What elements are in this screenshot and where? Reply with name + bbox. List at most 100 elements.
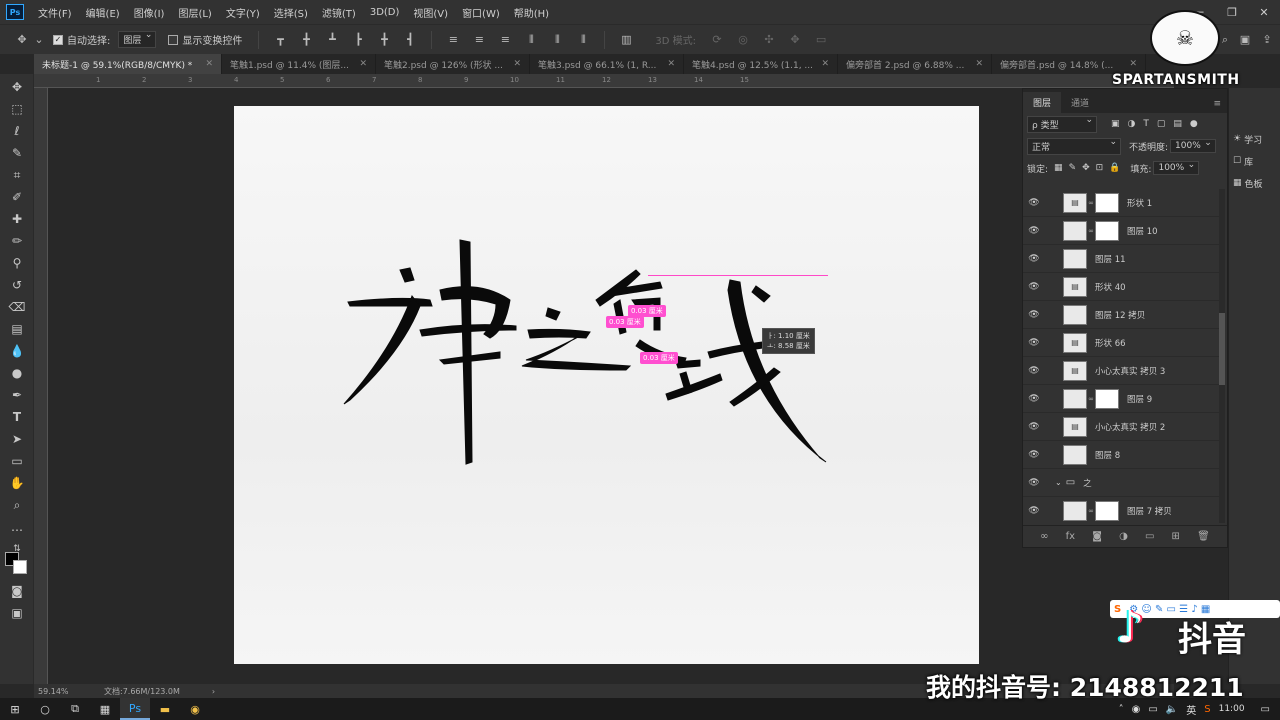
layer-row[interactable]: 👁 ▤ ∞ 形状 1	[1023, 189, 1219, 217]
history-brush-tool-icon[interactable]: ↺	[0, 274, 34, 296]
layer-row[interactable]: 👁 ▤ 形状 66	[1023, 329, 1219, 357]
document-canvas[interactable]	[234, 106, 979, 664]
type-tool-icon[interactable]: T	[0, 406, 34, 428]
visibility-eye-icon[interactable]: 👁	[1023, 394, 1045, 404]
3d-pan-icon[interactable]: ✣	[761, 33, 777, 47]
menu-type[interactable]: 文字(Y)	[226, 5, 260, 20]
distribute-right-icon[interactable]: ⦀	[575, 33, 591, 47]
layer-row[interactable]: 👁 ∞ 图层 7 拷贝	[1023, 497, 1219, 523]
layer-row[interactable]: 👁 ▤ 形状 40	[1023, 273, 1219, 301]
visibility-eye-icon[interactable]: 👁	[1023, 282, 1045, 292]
layer-row[interactable]: 👁 ▤ 小心太真实 拷贝 2	[1023, 413, 1219, 441]
pen-tool-icon[interactable]: ✒	[0, 384, 34, 406]
notification-icon[interactable]: ▭	[1261, 704, 1270, 715]
close-icon[interactable]: ✕	[969, 59, 983, 69]
tab-stroke-1[interactable]: 笔触1.psd @ 11.4% (图层... ✕	[222, 54, 376, 74]
close-icon[interactable]: ✕	[815, 59, 829, 69]
tab-layers[interactable]: 图层	[1023, 92, 1062, 113]
tab-radicals[interactable]: 偏旁部首.psd @ 14.8% (... ✕	[992, 54, 1146, 74]
menu-view[interactable]: 视图(V)	[413, 5, 448, 20]
menu-filter[interactable]: 滤镜(T)	[322, 5, 356, 20]
adjustment-layer-icon[interactable]: ◑	[1119, 531, 1128, 542]
auto-select-dropdown[interactable]: 图层	[118, 30, 157, 48]
new-group-icon[interactable]: ▭	[1145, 531, 1154, 542]
visibility-eye-icon[interactable]: 👁	[1023, 478, 1045, 488]
fill-field[interactable]: 100%	[1153, 160, 1200, 175]
tab-channels[interactable]: 通道	[1061, 92, 1099, 113]
lock-transparent-icon[interactable]: ▦	[1054, 163, 1063, 173]
tray-app-icon[interactable]: ◉	[1132, 704, 1141, 715]
auto-align-icon[interactable]: ▥	[618, 33, 634, 47]
align-bottom-icon[interactable]: ┻	[324, 33, 340, 47]
close-icon[interactable]: ✕	[1248, 0, 1280, 24]
move-tool-icon[interactable]: ✥	[14, 33, 30, 47]
panel-menu-icon[interactable]: ≡	[1207, 95, 1227, 113]
distribute-top-icon[interactable]: ≡	[445, 33, 461, 47]
filter-kind-dropdown[interactable]: ρ 类型	[1027, 115, 1097, 133]
menu-image[interactable]: 图像(I)	[134, 5, 165, 20]
dodge-tool-icon[interactable]: ●	[0, 362, 34, 384]
network-icon[interactable]: ▭	[1148, 704, 1157, 715]
menu-layer[interactable]: 图层(L)	[178, 5, 211, 20]
menu-file[interactable]: 文件(F)	[38, 5, 72, 20]
quick-select-tool-icon[interactable]: ✎	[0, 142, 34, 164]
close-icon[interactable]: ✕	[507, 59, 521, 69]
auto-select-checkbox[interactable]: ✓	[53, 34, 63, 45]
rectangle-tool-icon[interactable]: ▭	[0, 450, 34, 472]
chevron-right-icon[interactable]: ›	[212, 687, 215, 696]
windows-start-icon[interactable]: ⊞	[0, 698, 30, 720]
folder-icon[interactable]: ▬	[150, 698, 180, 720]
move-tool-icon[interactable]: ✥	[0, 76, 34, 98]
new-layer-icon[interactable]: ⊞	[1172, 531, 1180, 542]
path-select-tool-icon[interactable]: ➤	[0, 428, 34, 450]
dock-swatches[interactable]: ▦ 色板	[1229, 172, 1280, 194]
workspace-icon[interactable]: ▣	[1237, 33, 1253, 47]
show-transform-checkbox[interactable]	[168, 34, 179, 45]
crop-tool-icon[interactable]: ⌗	[0, 164, 34, 186]
3d-slide-icon[interactable]: ✥	[787, 33, 803, 47]
dock-learn[interactable]: ☀ 学习	[1229, 128, 1280, 150]
eyedropper-tool-icon[interactable]: ✐	[0, 186, 34, 208]
close-icon[interactable]: ✕	[661, 59, 675, 69]
eraser-tool-icon[interactable]: ⌫	[0, 296, 34, 318]
layer-row[interactable]: 👁 图层 8	[1023, 441, 1219, 469]
lock-artboard-icon[interactable]: ⊡	[1096, 163, 1104, 173]
filter-smart-icon[interactable]: ▤	[1173, 119, 1182, 129]
chevron-down-icon[interactable]: ⌄	[1055, 478, 1062, 487]
gradient-tool-icon[interactable]: ▤	[0, 318, 34, 340]
3d-camera-icon[interactable]: ▭	[813, 33, 829, 47]
lasso-tool-icon[interactable]: ℓ	[0, 120, 34, 142]
layer-row[interactable]: 👁 ▤ 小心太真实 拷贝 3	[1023, 357, 1219, 385]
filter-adjustment-icon[interactable]: ◑	[1128, 119, 1136, 129]
layer-row[interactable]: 👁 图层 11	[1023, 245, 1219, 273]
photoshop-taskbar-icon[interactable]: Ps	[120, 698, 150, 720]
layer-row[interactable]: 👁 ∞ 图层 9	[1023, 385, 1219, 413]
dock-library[interactable]: ☐ 库	[1229, 150, 1280, 172]
filter-toggle-icon[interactable]: ●	[1190, 119, 1198, 129]
add-mask-icon[interactable]: ◙	[1092, 531, 1102, 542]
close-icon[interactable]: ✕	[199, 59, 213, 69]
visibility-eye-icon[interactable]: 👁	[1023, 226, 1045, 236]
close-icon[interactable]: ✕	[353, 59, 367, 69]
align-hcenter-icon[interactable]: ╋	[376, 33, 392, 47]
brush-tool-icon[interactable]: ✏	[0, 230, 34, 252]
screen-mode-icon[interactable]: ▣	[0, 602, 34, 624]
marquee-tool-icon[interactable]: ⬚	[0, 98, 34, 120]
visibility-eye-icon[interactable]: 👁	[1023, 450, 1045, 460]
distribute-left-icon[interactable]: ⦀	[523, 33, 539, 47]
align-vcenter-icon[interactable]: ╋	[298, 33, 314, 47]
healing-brush-tool-icon[interactable]: ✚	[0, 208, 34, 230]
filter-pixel-icon[interactable]: ▣	[1111, 119, 1120, 129]
menu-select[interactable]: 选择(S)	[274, 5, 308, 20]
align-right-icon[interactable]: ┫	[402, 33, 418, 47]
more-tools-icon[interactable]: …	[0, 516, 34, 538]
tab-stroke-3[interactable]: 笔触3.psd @ 66.1% (1, R... ✕	[530, 54, 684, 74]
chevron-up-icon[interactable]: ˄	[1119, 704, 1124, 715]
tab-untitled-1[interactable]: 未标题-1 @ 59.1%(RGB/8/CMYK) * ✕	[34, 54, 222, 74]
visibility-eye-icon[interactable]: 👁	[1023, 338, 1045, 348]
visibility-eye-icon[interactable]: 👁	[1023, 366, 1045, 376]
lock-paint-icon[interactable]: ✎	[1069, 163, 1077, 173]
layers-scrollbar[interactable]	[1219, 189, 1225, 523]
menu-3d[interactable]: 3D(D)	[370, 7, 400, 18]
task-view-icon[interactable]: ⧉	[60, 698, 90, 720]
